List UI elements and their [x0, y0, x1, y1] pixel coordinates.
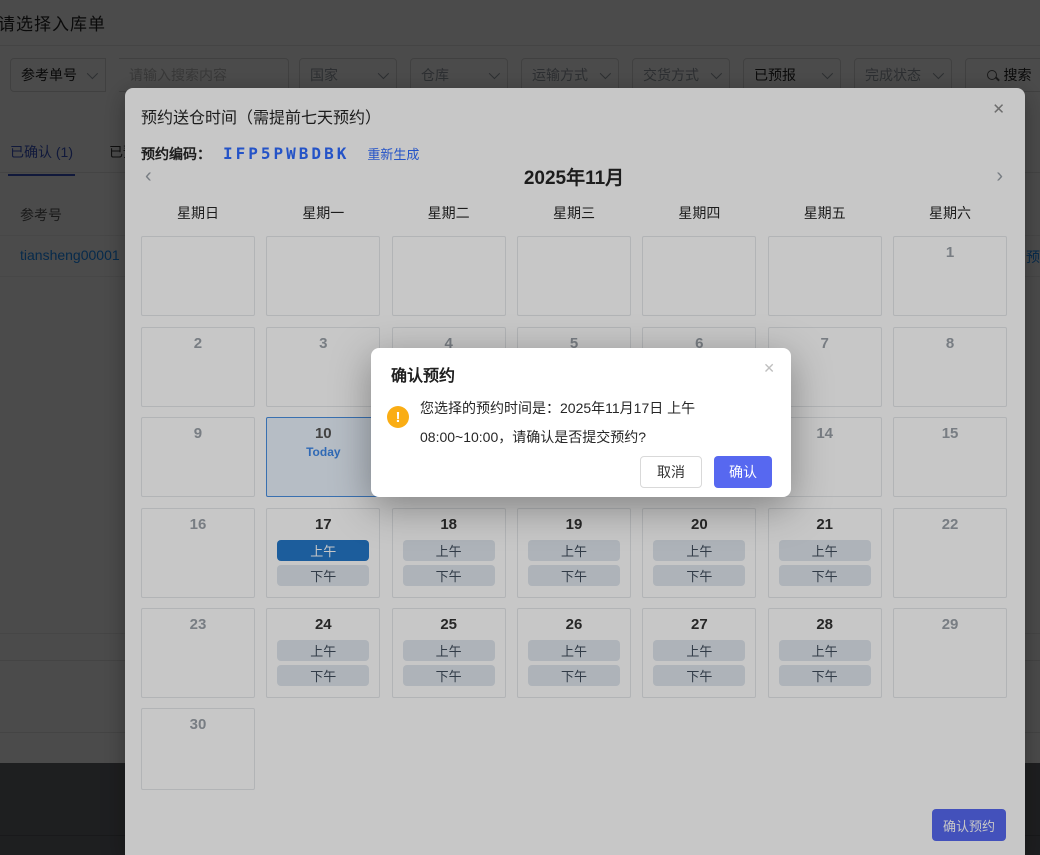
warning-icon: ! — [387, 406, 409, 428]
confirm-button[interactable]: 确认 — [714, 456, 772, 488]
cancel-button[interactable]: 取消 — [640, 456, 702, 488]
confirm-dialog-message: 您选择的预约时间是：2025年11月17日 上午 08:00~10:00，请确认… — [420, 394, 768, 452]
confirm-dialog-title: 确认预约 — [391, 362, 455, 386]
confirm-dialog: 确认预约 ✕ ! 您选择的预约时间是：2025年11月17日 上午 08:00~… — [371, 348, 791, 497]
dialog-buttons: 取消 确认 — [640, 456, 772, 488]
close-icon[interactable]: ✕ — [763, 360, 775, 377]
screen: 请选择入库单 参考单号 请输入搜索内容 国家仓库运输方式交货方式已预报完成状态 … — [0, 0, 1040, 855]
